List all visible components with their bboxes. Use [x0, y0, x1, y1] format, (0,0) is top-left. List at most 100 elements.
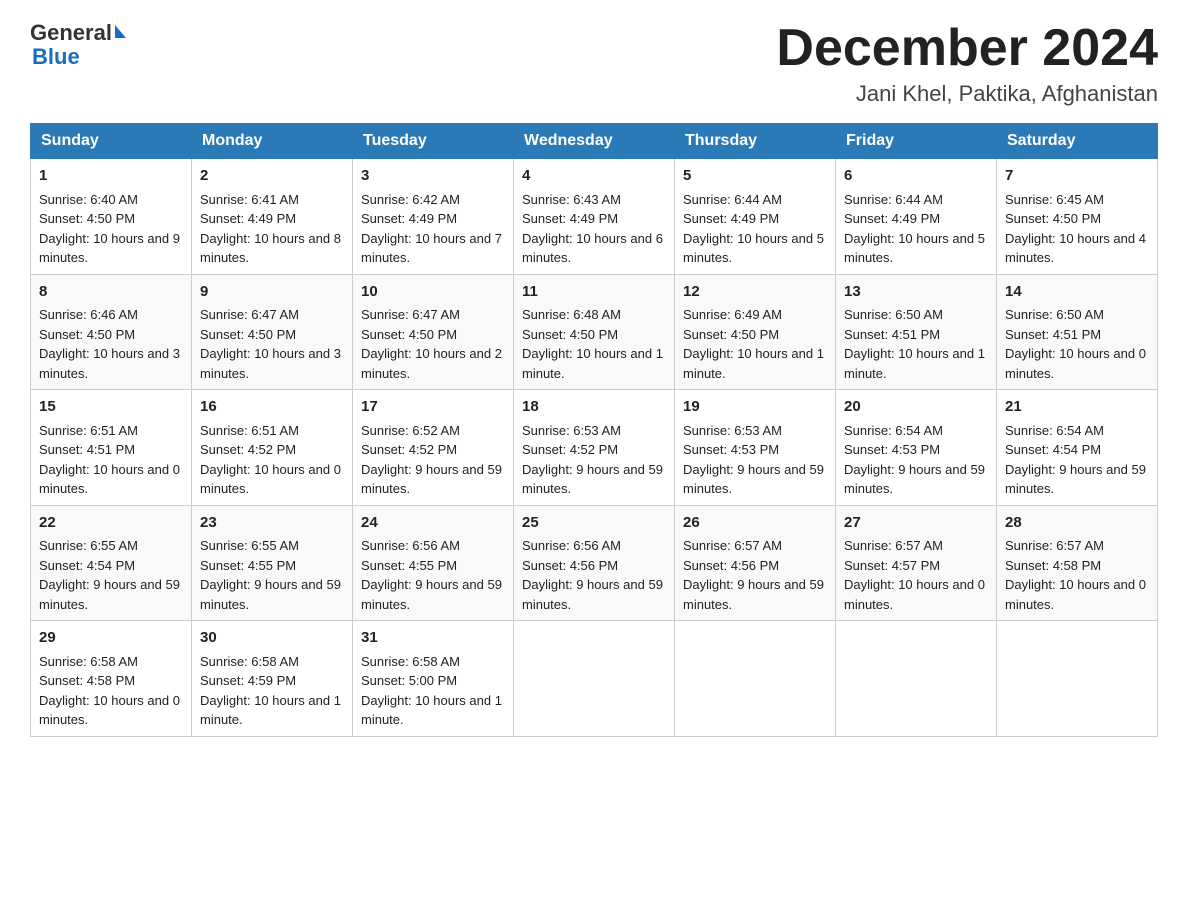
sunset-text: Sunset: 4:49 PM: [361, 211, 457, 226]
daylight-text: Daylight: 9 hours and 59 minutes.: [39, 577, 180, 612]
table-row: 7 Sunrise: 6:45 AM Sunset: 4:50 PM Dayli…: [997, 159, 1158, 275]
table-row: 25 Sunrise: 6:56 AM Sunset: 4:56 PM Dayl…: [514, 505, 675, 621]
table-row: 29 Sunrise: 6:58 AM Sunset: 4:58 PM Dayl…: [31, 621, 192, 737]
day-number: 19: [683, 396, 827, 419]
day-number: 24: [361, 512, 505, 535]
daylight-text: Daylight: 10 hours and 0 minutes.: [1005, 346, 1146, 381]
table-row: 18 Sunrise: 6:53 AM Sunset: 4:52 PM Dayl…: [514, 390, 675, 506]
table-row: 24 Sunrise: 6:56 AM Sunset: 4:55 PM Dayl…: [353, 505, 514, 621]
day-number: 12: [683, 281, 827, 304]
sunrise-text: Sunrise: 6:55 AM: [200, 538, 299, 553]
sunrise-text: Sunrise: 6:46 AM: [39, 307, 138, 322]
day-number: 11: [522, 281, 666, 304]
sunrise-text: Sunrise: 6:54 AM: [844, 423, 943, 438]
page-header: General Blue December 2024 Jani Khel, Pa…: [30, 20, 1158, 107]
sunset-text: Sunset: 4:50 PM: [200, 327, 296, 342]
sunset-text: Sunset: 4:49 PM: [522, 211, 618, 226]
day-number: 18: [522, 396, 666, 419]
sunrise-text: Sunrise: 6:51 AM: [200, 423, 299, 438]
table-row: 6 Sunrise: 6:44 AM Sunset: 4:49 PM Dayli…: [836, 159, 997, 275]
sunrise-text: Sunrise: 6:40 AM: [39, 192, 138, 207]
table-row: 8 Sunrise: 6:46 AM Sunset: 4:50 PM Dayli…: [31, 274, 192, 390]
daylight-text: Daylight: 9 hours and 59 minutes.: [522, 577, 663, 612]
daylight-text: Daylight: 10 hours and 1 minute.: [844, 346, 985, 381]
table-row: 22 Sunrise: 6:55 AM Sunset: 4:54 PM Dayl…: [31, 505, 192, 621]
sunset-text: Sunset: 4:50 PM: [361, 327, 457, 342]
sunrise-text: Sunrise: 6:58 AM: [39, 654, 138, 669]
sunrise-text: Sunrise: 6:55 AM: [39, 538, 138, 553]
day-number: 16: [200, 396, 344, 419]
sunrise-text: Sunrise: 6:47 AM: [361, 307, 460, 322]
daylight-text: Daylight: 10 hours and 0 minutes.: [1005, 577, 1146, 612]
table-row: 26 Sunrise: 6:57 AM Sunset: 4:56 PM Dayl…: [675, 505, 836, 621]
sunset-text: Sunset: 4:53 PM: [683, 442, 779, 457]
day-number: 28: [1005, 512, 1149, 535]
day-number: 10: [361, 281, 505, 304]
table-row: [675, 621, 836, 737]
day-number: 13: [844, 281, 988, 304]
table-row: 16 Sunrise: 6:51 AM Sunset: 4:52 PM Dayl…: [192, 390, 353, 506]
daylight-text: Daylight: 9 hours and 59 minutes.: [361, 577, 502, 612]
table-row: 10 Sunrise: 6:47 AM Sunset: 4:50 PM Dayl…: [353, 274, 514, 390]
sunset-text: Sunset: 4:50 PM: [1005, 211, 1101, 226]
daylight-text: Daylight: 10 hours and 1 minute.: [361, 693, 502, 728]
sunrise-text: Sunrise: 6:50 AM: [1005, 307, 1104, 322]
daylight-text: Daylight: 9 hours and 59 minutes.: [1005, 462, 1146, 497]
day-number: 21: [1005, 396, 1149, 419]
daylight-text: Daylight: 10 hours and 9 minutes.: [39, 231, 180, 266]
sunrise-text: Sunrise: 6:58 AM: [361, 654, 460, 669]
week-row-1: 1 Sunrise: 6:40 AM Sunset: 4:50 PM Dayli…: [31, 159, 1158, 275]
sunset-text: Sunset: 4:49 PM: [844, 211, 940, 226]
table-row: 1 Sunrise: 6:40 AM Sunset: 4:50 PM Dayli…: [31, 159, 192, 275]
sunrise-text: Sunrise: 6:57 AM: [683, 538, 782, 553]
sunrise-text: Sunrise: 6:47 AM: [200, 307, 299, 322]
sunset-text: Sunset: 4:50 PM: [522, 327, 618, 342]
header-wednesday: Wednesday: [514, 124, 675, 159]
table-row: 15 Sunrise: 6:51 AM Sunset: 4:51 PM Dayl…: [31, 390, 192, 506]
day-number: 3: [361, 165, 505, 188]
table-row: 5 Sunrise: 6:44 AM Sunset: 4:49 PM Dayli…: [675, 159, 836, 275]
calendar-title: December 2024: [776, 20, 1158, 77]
daylight-text: Daylight: 9 hours and 59 minutes.: [683, 462, 824, 497]
table-row: 28 Sunrise: 6:57 AM Sunset: 4:58 PM Dayl…: [997, 505, 1158, 621]
daylight-text: Daylight: 10 hours and 0 minutes.: [844, 577, 985, 612]
table-row: 23 Sunrise: 6:55 AM Sunset: 4:55 PM Dayl…: [192, 505, 353, 621]
sunset-text: Sunset: 4:52 PM: [361, 442, 457, 457]
header-thursday: Thursday: [675, 124, 836, 159]
sunset-text: Sunset: 4:59 PM: [200, 673, 296, 688]
week-row-2: 8 Sunrise: 6:46 AM Sunset: 4:50 PM Dayli…: [31, 274, 1158, 390]
header-monday: Monday: [192, 124, 353, 159]
daylight-text: Daylight: 10 hours and 8 minutes.: [200, 231, 341, 266]
daylight-text: Daylight: 10 hours and 5 minutes.: [844, 231, 985, 266]
week-row-4: 22 Sunrise: 6:55 AM Sunset: 4:54 PM Dayl…: [31, 505, 1158, 621]
sunset-text: Sunset: 4:52 PM: [522, 442, 618, 457]
sunrise-text: Sunrise: 6:51 AM: [39, 423, 138, 438]
sunset-text: Sunset: 4:58 PM: [1005, 558, 1101, 573]
header-row: Sunday Monday Tuesday Wednesday Thursday…: [31, 124, 1158, 159]
sunrise-text: Sunrise: 6:41 AM: [200, 192, 299, 207]
sunset-text: Sunset: 4:51 PM: [1005, 327, 1101, 342]
sunset-text: Sunset: 4:49 PM: [200, 211, 296, 226]
day-number: 23: [200, 512, 344, 535]
table-row: 27 Sunrise: 6:57 AM Sunset: 4:57 PM Dayl…: [836, 505, 997, 621]
sunrise-text: Sunrise: 6:52 AM: [361, 423, 460, 438]
table-row: 19 Sunrise: 6:53 AM Sunset: 4:53 PM Dayl…: [675, 390, 836, 506]
day-number: 5: [683, 165, 827, 188]
header-tuesday: Tuesday: [353, 124, 514, 159]
daylight-text: Daylight: 10 hours and 4 minutes.: [1005, 231, 1146, 266]
header-friday: Friday: [836, 124, 997, 159]
sunset-text: Sunset: 5:00 PM: [361, 673, 457, 688]
sunrise-text: Sunrise: 6:53 AM: [683, 423, 782, 438]
table-row: 21 Sunrise: 6:54 AM Sunset: 4:54 PM Dayl…: [997, 390, 1158, 506]
sunset-text: Sunset: 4:56 PM: [683, 558, 779, 573]
sunset-text: Sunset: 4:55 PM: [200, 558, 296, 573]
table-row: 2 Sunrise: 6:41 AM Sunset: 4:49 PM Dayli…: [192, 159, 353, 275]
daylight-text: Daylight: 9 hours and 59 minutes.: [683, 577, 824, 612]
day-number: 27: [844, 512, 988, 535]
sunrise-text: Sunrise: 6:49 AM: [683, 307, 782, 322]
daylight-text: Daylight: 9 hours and 59 minutes.: [844, 462, 985, 497]
daylight-text: Daylight: 10 hours and 0 minutes.: [200, 462, 341, 497]
day-number: 9: [200, 281, 344, 304]
sunrise-text: Sunrise: 6:58 AM: [200, 654, 299, 669]
daylight-text: Daylight: 10 hours and 3 minutes.: [39, 346, 180, 381]
